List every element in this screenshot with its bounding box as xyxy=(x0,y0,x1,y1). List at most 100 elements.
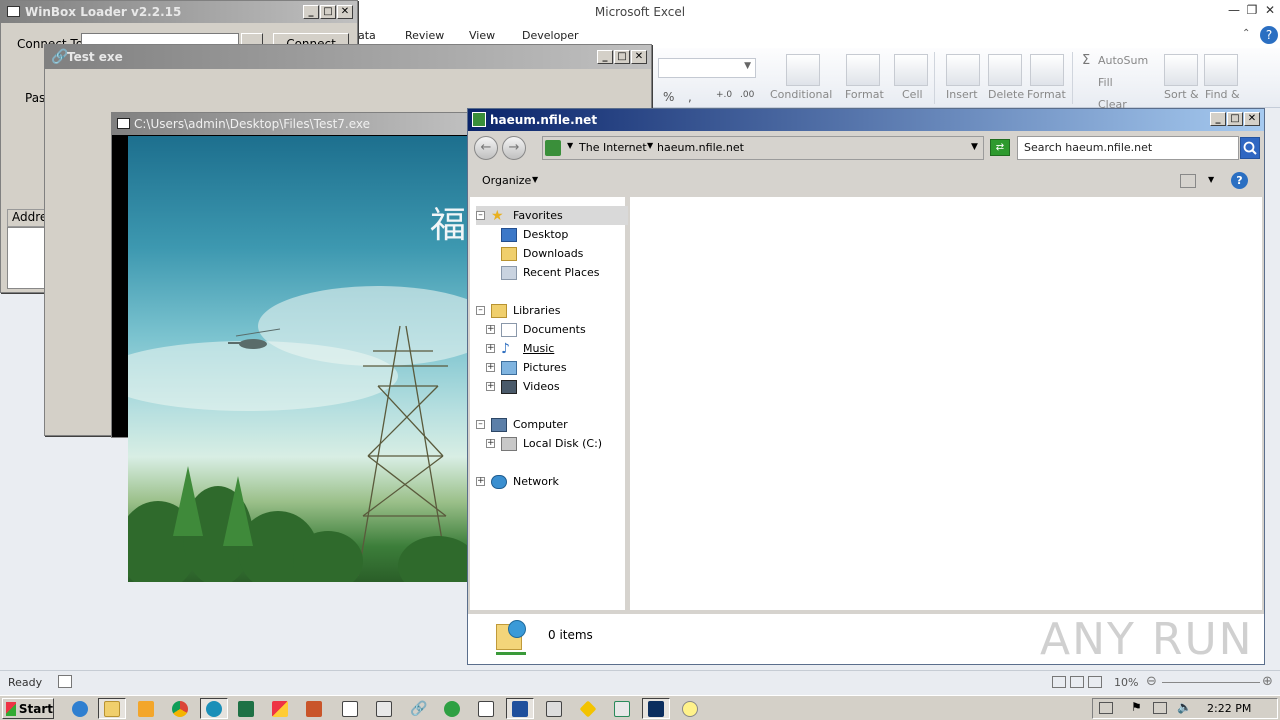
expand-icon[interactable]: + xyxy=(486,363,495,372)
show-desktop-icon[interactable] xyxy=(1099,702,1113,714)
fill-button[interactable]: Fill xyxy=(1098,76,1113,89)
breadcrumb-host[interactable]: haeum.nfile.net xyxy=(657,141,744,154)
maximize-button[interactable]: □ xyxy=(320,5,336,19)
taskbar-edge[interactable] xyxy=(200,698,228,719)
organize-menu[interactable]: Organize xyxy=(482,174,531,187)
taskbar-app-2[interactable] xyxy=(300,698,328,719)
tab-view[interactable]: View xyxy=(469,29,495,42)
comma-style-button[interactable]: , xyxy=(688,90,692,104)
cell-styles-icon[interactable] xyxy=(894,54,928,86)
binoculars-icon[interactable] xyxy=(1204,54,1238,86)
zoom-in-icon[interactable]: ⊕ xyxy=(1262,674,1273,689)
taskbar-app-3[interactable] xyxy=(336,698,364,719)
address-bar[interactable]: ▼ The Internet ▼ haeum.nfile.net ▼ xyxy=(542,136,984,160)
page-layout-icon[interactable] xyxy=(1070,676,1084,688)
sort-filter-icon[interactable] xyxy=(1164,54,1198,86)
taskbar-app-1[interactable] xyxy=(266,698,294,719)
breadcrumb-internet[interactable]: The Internet xyxy=(579,141,647,154)
percent-style-button[interactable]: % xyxy=(663,90,674,104)
address-list[interactable] xyxy=(7,227,47,289)
chevron-right-icon[interactable]: ▼ xyxy=(567,141,573,150)
taskbar-chrome[interactable] xyxy=(166,698,194,719)
taskbar-app-7[interactable] xyxy=(506,698,534,719)
view-options-icon[interactable] xyxy=(1180,174,1196,188)
close-button[interactable]: ✕ xyxy=(1244,112,1260,126)
tab-developer[interactable]: Developer xyxy=(522,29,579,42)
volume-icon[interactable]: 🔈 xyxy=(1177,700,1192,714)
close-button[interactable]: ✕ xyxy=(631,50,647,64)
expand-icon[interactable]: + xyxy=(486,382,495,391)
chevron-down-icon[interactable]: ▼ xyxy=(971,142,978,152)
minimize-icon[interactable]: — xyxy=(1226,2,1242,18)
start-button[interactable]: Start xyxy=(2,698,54,719)
taskbar-app-12[interactable] xyxy=(676,698,704,719)
network-tray-icon[interactable] xyxy=(1153,702,1167,714)
minimize-button[interactable]: _ xyxy=(303,5,319,19)
clock[interactable]: 2:22 PM xyxy=(1207,702,1251,715)
taskbar-app-5[interactable] xyxy=(438,698,466,719)
nav-music[interactable]: + ♪ Music xyxy=(486,339,554,358)
delete-cells-icon[interactable] xyxy=(988,54,1022,86)
taskbar-app-10[interactable] xyxy=(608,698,636,719)
format-cells-icon[interactable] xyxy=(1030,54,1064,86)
format-table-icon[interactable] xyxy=(846,54,880,86)
nav-recent-places[interactable]: Recent Places xyxy=(501,263,600,282)
taskbar-test-exe[interactable]: 🔗 xyxy=(404,698,432,719)
close-button[interactable]: ✕ xyxy=(337,5,353,19)
ribbon-collapse-icon[interactable]: ⌃ xyxy=(1242,28,1250,39)
taskbar-app-9[interactable] xyxy=(574,698,602,719)
taskbar-ie[interactable] xyxy=(66,698,94,719)
nav-computer[interactable]: – Computer xyxy=(476,415,568,434)
insert-cells-icon[interactable] xyxy=(946,54,980,86)
tab-data[interactable]: ata xyxy=(358,29,376,42)
search-input[interactable]: Search haeum.nfile.net xyxy=(1017,136,1239,160)
collapse-icon[interactable]: – xyxy=(476,211,485,220)
taskbar-app-6[interactable] xyxy=(472,698,500,719)
tab-review[interactable]: Review xyxy=(405,29,444,42)
refresh-icon[interactable]: ⇄ xyxy=(990,139,1010,156)
taskbar-app-8[interactable] xyxy=(540,698,568,719)
expand-icon[interactable]: + xyxy=(486,439,495,448)
minimize-button[interactable]: _ xyxy=(597,50,613,64)
zoom-level[interactable]: 10% xyxy=(1114,676,1138,689)
nav-videos[interactable]: + Videos xyxy=(486,377,560,396)
expand-icon[interactable]: + xyxy=(486,325,495,334)
file-list[interactable] xyxy=(630,197,1262,610)
chevron-down-icon[interactable]: ▼ xyxy=(532,175,538,184)
clear-button[interactable]: Clear xyxy=(1098,98,1127,108)
collapse-icon[interactable]: – xyxy=(476,306,485,315)
maximize-button[interactable]: □ xyxy=(614,50,630,64)
search-icon[interactable] xyxy=(1240,137,1260,159)
forward-button[interactable]: → xyxy=(502,136,526,160)
taskbar-media[interactable] xyxy=(132,698,160,719)
nav-favorites[interactable]: – ★ Favorites xyxy=(476,206,628,225)
flag-icon[interactable]: ⚑ xyxy=(1131,700,1142,714)
nav-network[interactable]: + Network xyxy=(476,472,559,491)
decrease-decimal-button[interactable]: .00 xyxy=(740,90,754,100)
zoom-out-icon[interactable]: ⊖ xyxy=(1146,674,1157,689)
nav-local-disk[interactable]: + Local Disk (C:) xyxy=(486,434,602,453)
nav-libraries[interactable]: – Libraries xyxy=(476,301,561,320)
nav-pictures[interactable]: + Pictures xyxy=(486,358,567,377)
conditional-formatting-icon[interactable] xyxy=(786,54,820,86)
taskbar-excel[interactable] xyxy=(232,698,260,719)
expand-icon[interactable]: + xyxy=(476,477,485,486)
page-break-icon[interactable] xyxy=(1088,676,1102,688)
taskbar-explorer[interactable] xyxy=(98,698,126,719)
chevron-down-icon[interactable]: ▼ xyxy=(1208,175,1214,184)
maximize-button[interactable]: □ xyxy=(1227,112,1243,126)
expand-icon[interactable]: + xyxy=(486,344,495,353)
number-format-dropdown[interactable]: ▼ xyxy=(658,58,756,78)
back-button[interactable]: ← xyxy=(474,136,498,160)
increase-decimal-button[interactable]: +.0 xyxy=(716,90,732,100)
nav-downloads[interactable]: Downloads xyxy=(501,244,583,263)
normal-view-icon[interactable] xyxy=(1052,676,1066,688)
address-column-header[interactable]: Addres xyxy=(7,209,54,227)
taskbar-app-4[interactable] xyxy=(370,698,398,719)
restore-icon[interactable]: ❐ xyxy=(1244,2,1260,18)
macro-record-icon[interactable] xyxy=(58,675,72,688)
nav-desktop[interactable]: Desktop xyxy=(501,225,568,244)
taskbar-app-11[interactable] xyxy=(642,698,670,719)
collapse-icon[interactable]: – xyxy=(476,420,485,429)
zoom-slider[interactable] xyxy=(1162,682,1260,683)
